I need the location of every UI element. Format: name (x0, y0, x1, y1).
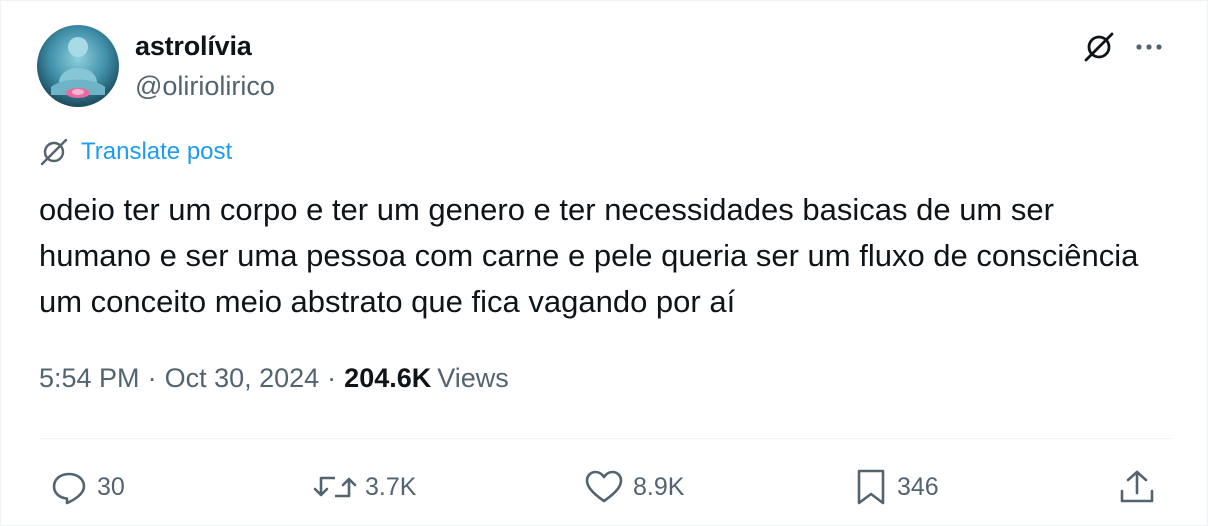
bookmark-count: 346 (897, 472, 939, 501)
handle[interactable]: @oliriolirico (135, 71, 275, 102)
share-button[interactable] (1117, 467, 1157, 507)
grok-button[interactable] (1079, 27, 1119, 67)
like-count: 8.9K (633, 472, 685, 501)
display-name[interactable]: astrolívia (135, 31, 252, 62)
grok-icon (1084, 32, 1114, 62)
reply-count: 30 (97, 472, 125, 501)
views-count[interactable]: 204.6K (344, 363, 431, 394)
grok-icon (40, 138, 68, 166)
tweet-meta: 5:54 PM · Oct 30, 2024 · 204.6K Views (39, 363, 509, 394)
post-date[interactable]: Oct 30, 2024 (165, 363, 320, 394)
translate-post-link[interactable]: Translate post (39, 137, 232, 167)
repost-button[interactable]: 3.7K (313, 467, 416, 507)
repost-count: 3.7K (365, 472, 417, 501)
like-icon (585, 470, 623, 503)
bookmark-icon (857, 469, 885, 505)
meta-separator: · (327, 363, 337, 393)
tweet-text: odeio ter um corpo e ter um genero e ter… (39, 192, 1139, 319)
tweet-card: astrolívia @oliriolirico Translate post … (0, 0, 1208, 526)
share-icon (1120, 470, 1154, 503)
reply-button[interactable]: 30 (49, 467, 125, 507)
translate-post-label: Translate post (81, 138, 233, 165)
repost-icon (313, 476, 357, 498)
reply-icon (52, 472, 86, 505)
more-icon (1136, 44, 1162, 50)
avatar-image (51, 37, 105, 98)
post-time[interactable]: 5:54 PM (39, 363, 140, 394)
bookmark-button[interactable]: 346 (853, 467, 939, 507)
like-button[interactable]: 8.9K (583, 467, 684, 507)
more-button[interactable] (1129, 27, 1169, 67)
meta-separator: · (147, 363, 157, 393)
divider (39, 438, 1171, 439)
views-label: Views (437, 363, 509, 393)
avatar[interactable] (37, 25, 119, 107)
